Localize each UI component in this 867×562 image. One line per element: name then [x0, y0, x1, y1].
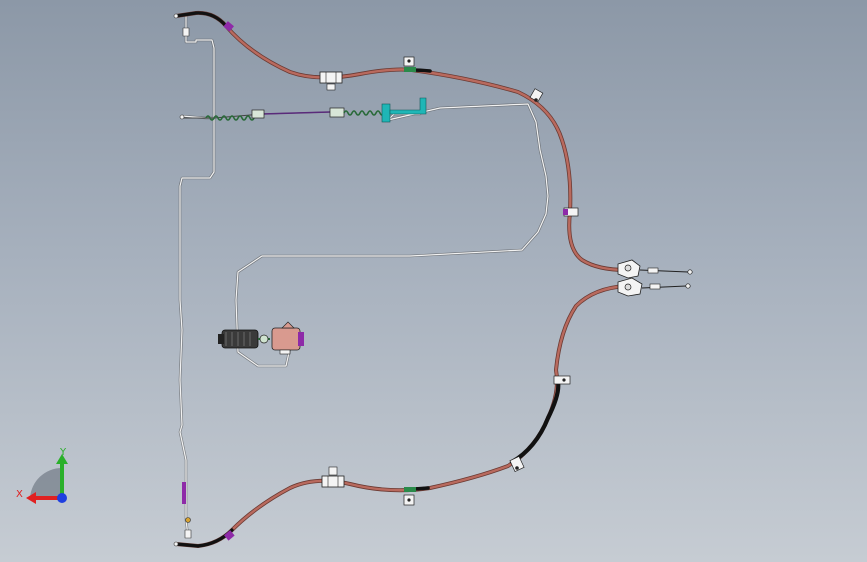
hose-clip-cyan[interactable] — [381, 103, 391, 123]
triad-x-label: X — [16, 489, 23, 500]
hydraulic-control-unit[interactable] — [218, 321, 304, 355]
bracket-clip-upper-1[interactable] — [403, 56, 416, 72]
assembly-scene[interactable]: X Y — [0, 0, 867, 562]
upper-cable-fittings[interactable] — [223, 21, 579, 217]
cad-viewport[interactable]: X Y — [0, 0, 867, 562]
bracket-clip-lower-3[interactable] — [553, 375, 571, 385]
triad-z-origin — [57, 493, 67, 503]
hose-bracket-l[interactable] — [389, 97, 427, 115]
cable-equalizer-upper[interactable] — [617, 259, 693, 279]
coordinate-triad: X Y — [16, 447, 68, 504]
cable-equalizer-lower[interactable] — [617, 277, 691, 297]
lower-brake-cable[interactable] — [173, 284, 628, 549]
upper-brake-cable[interactable] — [173, 10, 628, 272]
control-unit-motor[interactable] — [218, 329, 259, 349]
hose-nut-left[interactable] — [251, 109, 265, 119]
cable-sleeve-lower[interactable] — [321, 466, 345, 488]
brake-pipe-network[interactable] — [178, 14, 550, 539]
pipe-sleeve-purple[interactable] — [182, 482, 186, 504]
bracket-clip-lower-2[interactable] — [509, 455, 525, 473]
hose-nut-right[interactable] — [329, 107, 345, 118]
pipe-joint-bottom[interactable] — [185, 517, 191, 523]
triad-y-label: Y — [59, 447, 67, 458]
pipe-fitting-top[interactable] — [182, 27, 190, 37]
pipe-fitting-bottom[interactable] — [184, 529, 192, 539]
middle-hose-assembly[interactable] — [179, 97, 427, 123]
lower-cable-fittings[interactable] — [224, 375, 571, 541]
lower-cable-boot-start[interactable] — [174, 528, 234, 548]
coil-spring-right[interactable] — [343, 110, 385, 116]
control-unit-union[interactable] — [259, 334, 269, 344]
control-unit-valve-block[interactable] — [271, 321, 304, 355]
cable-sleeve-upper[interactable] — [319, 71, 343, 91]
bracket-clip-lower-1[interactable] — [403, 487, 416, 506]
lower-cable-boot-long[interactable] — [509, 379, 561, 465]
bracket-clip-upper-3[interactable] — [563, 207, 579, 217]
